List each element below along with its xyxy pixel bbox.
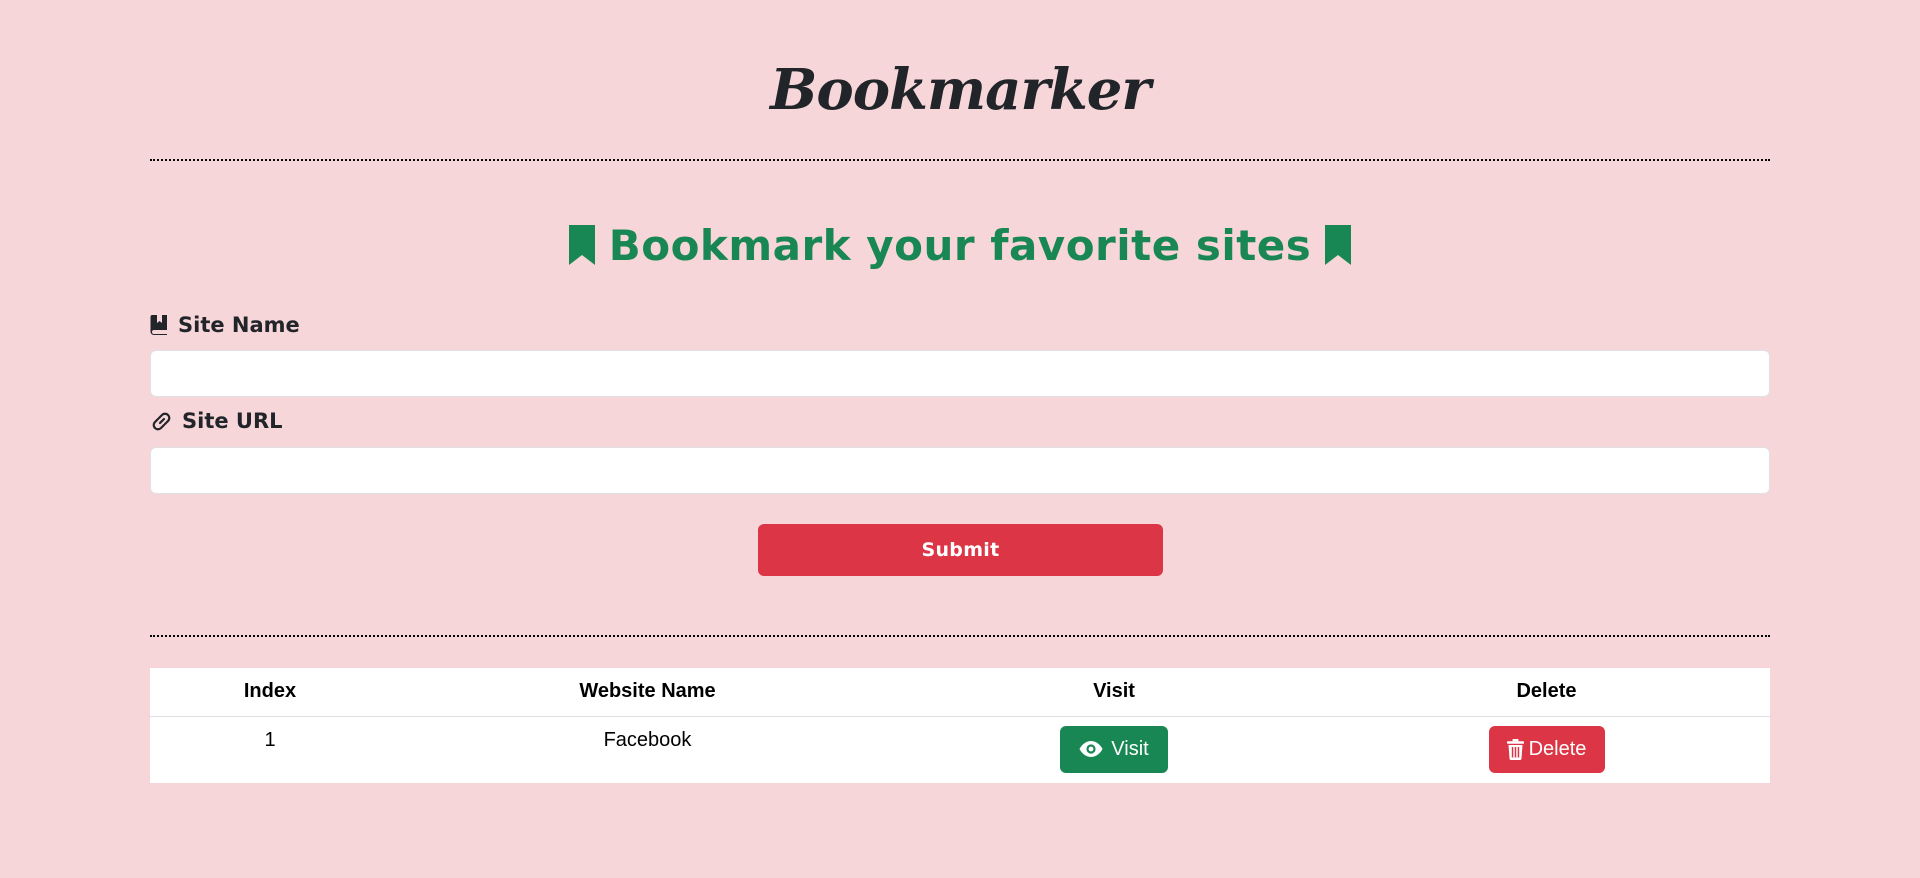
bottom-divider [150, 635, 1770, 637]
header-index: Index [150, 668, 390, 717]
book-bookmark-icon [150, 315, 167, 335]
brand-title: Bookmarker [770, 57, 1151, 123]
bookmark-icon [568, 224, 595, 265]
top-divider [150, 159, 1770, 161]
visit-button[interactable]: Visit [1060, 725, 1168, 773]
form-heading: Bookmark your favorite sites [150, 218, 1770, 274]
row-visit-cell: Visit [905, 716, 1323, 783]
site-url-label-text: Site URL [182, 409, 283, 433]
trash-icon [1506, 738, 1524, 760]
row-index: 1 [264, 728, 276, 751]
link-icon [152, 412, 171, 431]
site-name-label: Site Name [150, 310, 300, 340]
header-website-name: Website Name [390, 668, 905, 717]
delete-button[interactable]: Delete [1488, 725, 1605, 773]
eye-icon [1079, 741, 1103, 757]
site-name-input[interactable] [150, 350, 1770, 397]
bookmarks-table: Index Website Name Visit Delete 1 Facebo… [150, 668, 1770, 783]
row-website-name: Facebook [603, 728, 692, 751]
row-delete-cell: Delete [1323, 716, 1770, 783]
site-name-label-text: Site Name [178, 313, 300, 337]
submit-button[interactable]: Submit [758, 524, 1163, 576]
table-header-row: Index Website Name Visit Delete [150, 668, 1770, 717]
visit-button-label: Visit [1111, 737, 1149, 760]
site-url-input[interactable] [150, 447, 1770, 494]
header-delete: Delete [1323, 668, 1770, 717]
table-row: 1 Facebook Visit Delete [150, 716, 1770, 783]
site-url-label: Site URL [150, 406, 283, 436]
form-heading-text: Bookmark your favorite sites [608, 221, 1312, 270]
bookmark-icon [1325, 224, 1352, 265]
header-visit: Visit [905, 668, 1323, 717]
delete-button-label: Delete [1528, 737, 1587, 760]
